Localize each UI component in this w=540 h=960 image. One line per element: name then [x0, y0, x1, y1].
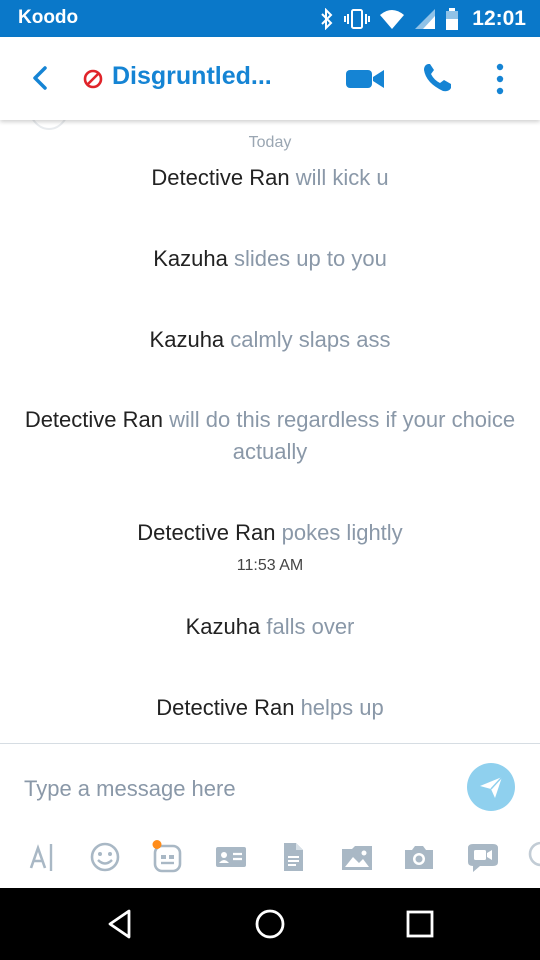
- message-input[interactable]: [24, 772, 424, 806]
- conversation-title[interactable]: Disgruntled...: [112, 62, 272, 91]
- status-icons: 12:01: [319, 4, 526, 34]
- recents-nav-icon[interactable]: [402, 906, 438, 942]
- message-text: will kick u: [295, 165, 389, 190]
- system-navigation-bar: [0, 888, 540, 960]
- send-button[interactable]: [467, 763, 515, 811]
- date-divider: Today: [248, 134, 292, 151]
- message-item[interactable]: Kazuha falls over: [20, 611, 520, 643]
- mojis-icon[interactable]: [150, 840, 184, 874]
- message-text: will do this regardless if your choice a…: [169, 407, 516, 464]
- message-sender: Detective Ran: [24, 407, 163, 432]
- message-sender: Detective Ran: [151, 165, 290, 190]
- phone-call-icon[interactable]: [420, 61, 454, 95]
- photo-album-icon[interactable]: [340, 840, 374, 874]
- overflow-tool-icon[interactable]: [524, 840, 540, 874]
- message-text: slides up to you: [233, 246, 387, 271]
- blocked-icon: [83, 69, 103, 89]
- message-item[interactable]: Detective Ran helps up: [20, 692, 520, 724]
- home-nav-icon[interactable]: [252, 906, 288, 942]
- message-item[interactable]: Kazuha calmly slaps ass: [20, 324, 520, 356]
- composer-toolbar: [0, 840, 540, 876]
- message-text: calmly slaps ass: [230, 327, 391, 352]
- video-call-icon[interactable]: [344, 65, 386, 93]
- message-sender: Detective Ran: [156, 695, 295, 720]
- conversation-header: Disgruntled...: [0, 37, 540, 120]
- cell-signal-icon: [415, 9, 436, 29]
- camera-icon[interactable]: [402, 840, 436, 874]
- message-item[interactable]: Detective Ran pokes lightly: [20, 517, 520, 549]
- vibrate-icon: [344, 9, 371, 29]
- status-bar: Koodo 12:01: [0, 0, 540, 37]
- message-text: falls over: [266, 614, 355, 639]
- clock: 12:01: [472, 7, 526, 30]
- message-sender: Detective Ran: [137, 520, 276, 545]
- back-arrow-icon[interactable]: [26, 63, 56, 93]
- message-timestamp: 11:53 AM: [236, 557, 304, 574]
- video-message-icon[interactable]: [466, 840, 500, 874]
- back-nav-icon[interactable]: [102, 906, 138, 942]
- carrier-name: Koodo: [18, 7, 79, 28]
- bluetooth-icon: [321, 8, 333, 30]
- message-item[interactable]: Detective Ran will do this regardless if…: [20, 404, 520, 468]
- more-options-icon[interactable]: [488, 61, 512, 97]
- message-item[interactable]: Detective Ran will kick u: [20, 162, 520, 194]
- message-sender: Kazuha: [153, 246, 228, 271]
- file-icon[interactable]: [276, 840, 310, 874]
- avatar: [28, 120, 70, 130]
- message-text: pokes lightly: [281, 520, 403, 545]
- message-list[interactable]: Today Detective Ran will kick u Kazuha s…: [0, 120, 540, 743]
- message-text: helps up: [300, 695, 384, 720]
- send-icon: [480, 776, 503, 798]
- message-sender: Kazuha: [185, 614, 261, 639]
- message-item[interactable]: Kazuha slides up to you: [20, 243, 520, 275]
- contact-card-icon[interactable]: [214, 840, 248, 874]
- wifi-icon: [380, 10, 405, 29]
- message-composer: [0, 743, 540, 888]
- message-sender: Kazuha: [149, 327, 225, 352]
- battery-icon: [446, 8, 459, 30]
- text-format-icon[interactable]: [26, 840, 60, 874]
- emoticon-icon[interactable]: [88, 840, 122, 874]
